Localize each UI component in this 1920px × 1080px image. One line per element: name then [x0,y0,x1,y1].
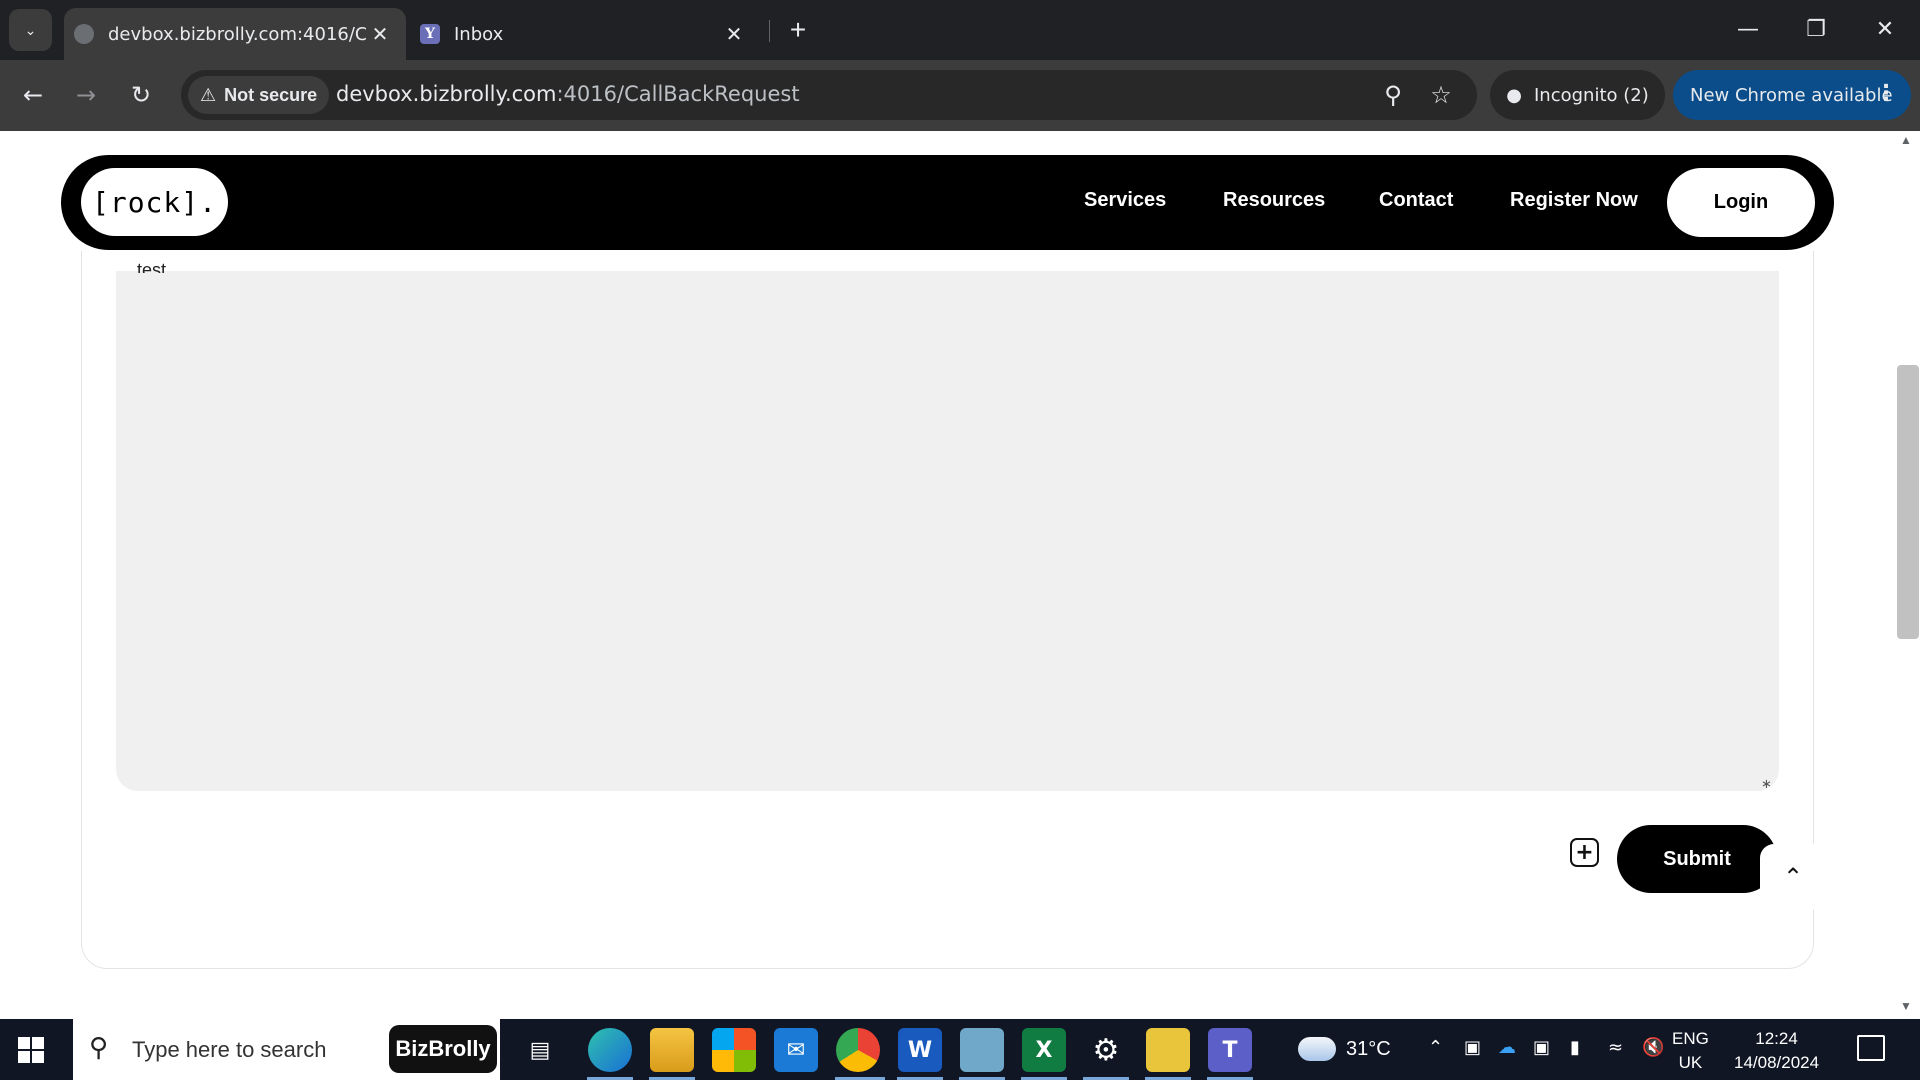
browser-toolbar: ← → ↻ ⚠ Not secure devbox.bizbrolly.com:… [0,60,1920,131]
resize-handle-icon[interactable]: ∗ [1761,777,1775,792]
edge-browser-icon[interactable] [588,1028,632,1072]
sync-icon[interactable]: ▣ [1533,1037,1550,1058]
file-explorer-icon[interactable] [650,1028,694,1072]
tab-divider [769,20,770,42]
zoom-icon[interactable]: ⚲ [1378,80,1408,110]
battery-icon[interactable]: ▮ [1570,1037,1580,1058]
message-textarea[interactable] [116,271,1779,791]
forward-button[interactable]: → [68,77,104,113]
region-code: UK [1678,1053,1703,1072]
menu-dots-icon[interactable]: ⋮ [1875,81,1897,106]
new-tab-button[interactable]: + [782,14,814,46]
teams-icon[interactable]: T [1208,1028,1252,1072]
microsoft-store-icon[interactable] [712,1028,756,1072]
warning-icon: ⚠ [200,84,217,106]
show-hidden-icons-chevron-icon[interactable]: ⌃ [1428,1037,1443,1058]
snipping-tool-icon[interactable] [960,1028,1004,1072]
excel-icon[interactable]: X [1022,1028,1066,1072]
close-tab-icon[interactable]: ✕ [366,20,394,48]
tab-inbox[interactable]: Y Inbox ✕ [410,8,760,60]
tab-callback-request[interactable]: devbox.bizbrolly.com:4016/Call ✕ [64,8,406,60]
update-label: New Chrome available [1690,84,1893,106]
security-label: Not secure [224,84,318,105]
page-viewport: test ∗ + Submit ⌃ [rock]. Services Resou… [0,131,1920,1019]
task-view-icon[interactable]: ▤ [518,1028,562,1072]
scroll-to-top-button[interactable]: ⌃ [1760,844,1826,910]
url-path: :4016/CallBackRequest [556,82,800,106]
security-chip[interactable]: ⚠ Not secure [188,76,330,114]
site-logo[interactable]: [rock]. [81,168,228,236]
back-button[interactable]: ← [15,77,51,113]
scroll-down-arrow-icon[interactable]: ▼ [1900,999,1912,1013]
browser-tabstrip: ⌄ devbox.bizbrolly.com:4016/Call ✕ Y Inb… [0,0,1920,60]
windows-taskbar: ⚲ Type here to search BizBrolly ▤ ✉ W X … [0,1019,1920,1080]
chrome-update-button[interactable]: New Chrome available ⋮ [1673,70,1911,120]
incognito-icon: ● [1506,84,1522,106]
system-clock[interactable]: 12:24 14/08/2024 [1734,1027,1819,1075]
minimize-button[interactable]: — [1713,0,1783,58]
meet-now-icon[interactable]: ▣ [1464,1037,1481,1058]
bizbrolly-search-logo[interactable]: BizBrolly [389,1025,497,1073]
scroll-up-arrow-icon[interactable]: ▲ [1900,133,1912,147]
volume-muted-icon[interactable]: 🔇 [1642,1037,1664,1058]
chrome-icon[interactable] [836,1028,880,1072]
close-tab-icon[interactable]: ✕ [720,20,748,48]
language-code: ENG [1672,1029,1709,1048]
tab-title: devbox.bizbrolly.com:4016/Call [108,23,366,45]
attach-file-icon[interactable]: + [1570,838,1599,867]
login-button[interactable]: Login [1667,168,1815,237]
nav-link-register-now[interactable]: Register Now [1510,189,1638,212]
url-host: devbox.bizbrolly.com [336,82,557,106]
weather-cloud-icon [1298,1029,1336,1061]
address-bar[interactable]: ⚠ Not secure devbox.bizbrolly.com:4016/C… [181,70,1477,120]
notification-center-icon[interactable] [1857,1035,1885,1061]
taskbar-search-input[interactable]: ⚲ Type here to search BizBrolly [73,1019,500,1080]
tab-title: Inbox [454,23,504,45]
nav-link-resources[interactable]: Resources [1223,189,1325,212]
incognito-label: Incognito (2) [1533,84,1649,106]
close-window-button[interactable]: ✕ [1850,0,1920,58]
mail-icon[interactable]: ✉ [774,1028,818,1072]
globe-icon [74,24,94,44]
search-placeholder: Type here to search [132,1037,327,1062]
site-navbar: [rock]. Services Resources Contact Regis… [61,155,1834,250]
scrollbar-thumb[interactable] [1897,365,1919,639]
url-text[interactable]: devbox.bizbrolly.com:4016/CallBackReques… [336,82,800,106]
sticky-notes-icon[interactable] [1146,1028,1190,1072]
wifi-icon[interactable]: ≈ [1608,1037,1623,1058]
reload-button[interactable]: ↻ [123,77,159,113]
weather-temp: 31°C [1346,1037,1391,1060]
windows-start-icon[interactable] [18,1037,44,1063]
clock-time: 12:24 [1755,1029,1798,1048]
restore-button[interactable]: ❐ [1781,0,1851,58]
yahoo-icon: Y [420,24,440,44]
submit-button[interactable]: Submit [1617,825,1777,893]
bookmark-star-icon[interactable]: ☆ [1426,80,1456,110]
weather-widget[interactable]: 31°C [1298,1029,1391,1061]
nav-link-services[interactable]: Services [1084,189,1166,212]
chevron-up-icon: ⌃ [1782,863,1804,891]
onedrive-cloud-icon[interactable]: ☁ [1498,1037,1516,1058]
settings-gear-icon[interactable]: ⚙ [1084,1028,1128,1072]
clock-date: 14/08/2024 [1734,1053,1820,1072]
nav-link-contact[interactable]: Contact [1379,189,1453,212]
word-icon[interactable]: W [898,1028,942,1072]
input-language-indicator[interactable]: ENG UK [1672,1027,1709,1075]
tab-search-button[interactable]: ⌄ [9,9,52,51]
search-icon: ⚲ [89,1033,109,1063]
textarea-value: test [137,260,167,273]
incognito-button[interactable]: ● Incognito (2) [1490,70,1665,120]
